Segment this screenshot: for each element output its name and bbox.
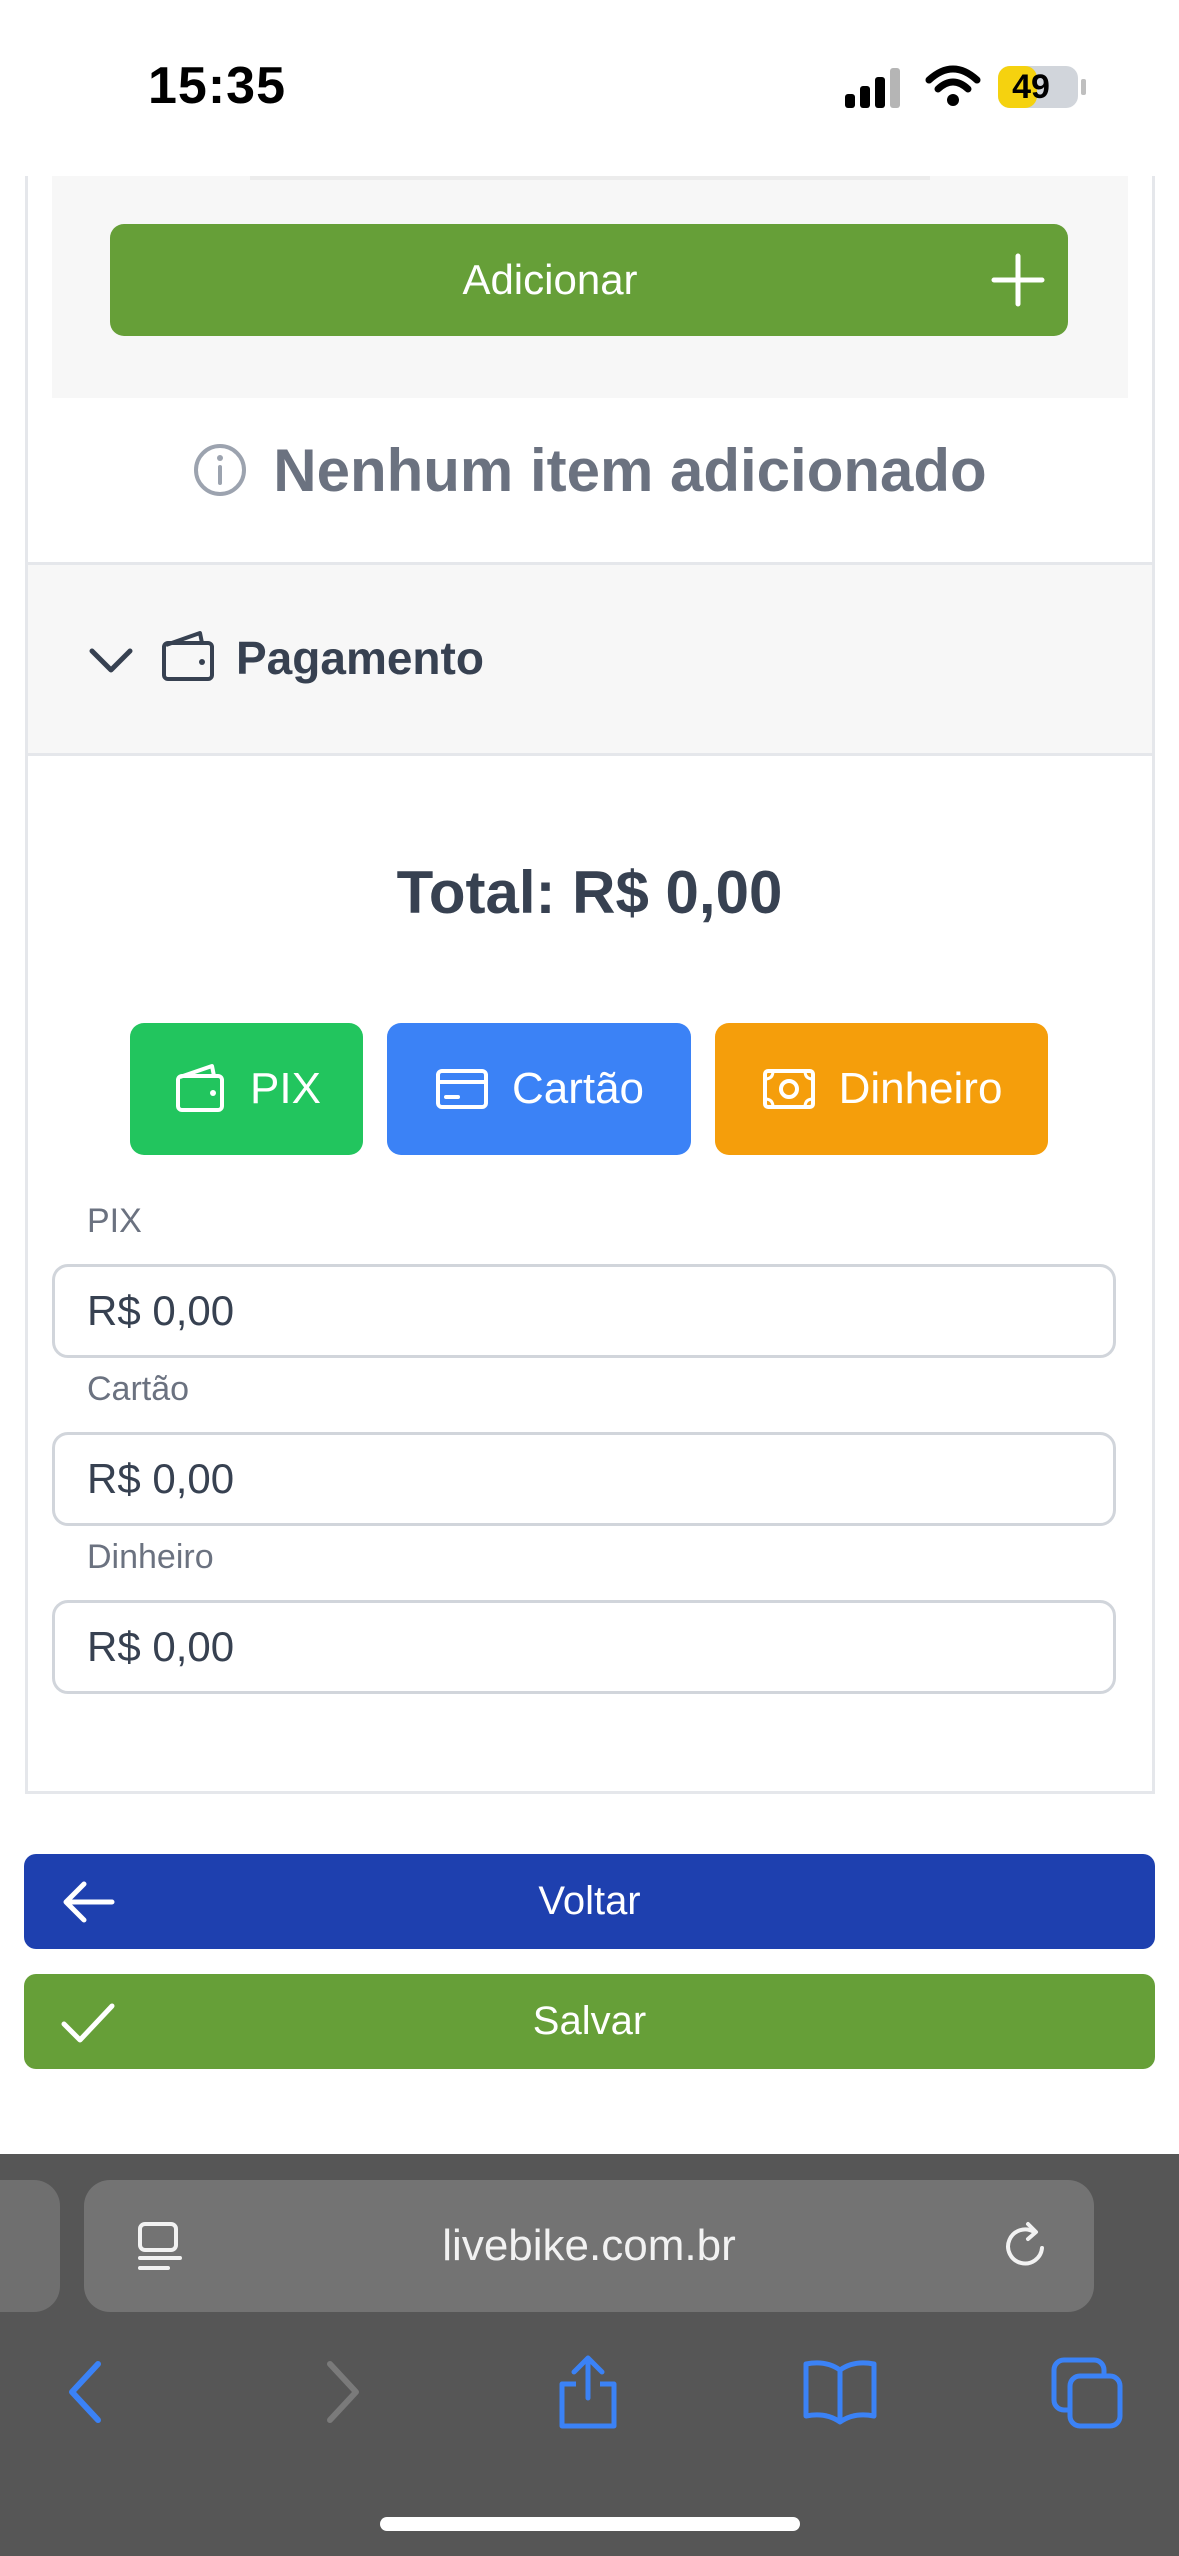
save-button[interactable]: Salvar [24, 1974, 1155, 2069]
share-icon[interactable] [548, 2352, 628, 2432]
chevron-down-icon [89, 648, 133, 673]
back-button-label: Voltar [538, 1879, 641, 1923]
cash-method-button[interactable]: Dinheiro [715, 1023, 1048, 1155]
credit-card-icon [435, 1069, 488, 1109]
cash-amount-input[interactable]: R$ 0,00 [52, 1600, 1116, 1694]
home-indicator [380, 2517, 800, 2531]
payment-section-title: Pagamento [236, 632, 484, 684]
pix-method-label: PIX [250, 1064, 321, 1113]
battery-level: 49 [1012, 68, 1050, 106]
card-method-label: Cartão [511, 1064, 645, 1113]
pix-method-button[interactable]: PIX [130, 1023, 363, 1155]
card-amount-input[interactable]: R$ 0,00 [52, 1432, 1116, 1526]
pix-field-label: PIX [87, 1202, 142, 1240]
url-text: livebike.com.br [442, 2221, 736, 2270]
save-button-label: Salvar [532, 1999, 647, 2043]
empty-items-text: Nenhum item adicionado [273, 436, 987, 504]
payment-section-header[interactable]: Pagamento [28, 562, 1152, 756]
status-time: 15:35 [148, 57, 286, 115]
tabs-icon[interactable] [1048, 2352, 1128, 2432]
wallet-icon [162, 631, 214, 681]
battery-indicator: 49 [998, 66, 1086, 108]
browser-back-icon[interactable] [48, 2352, 128, 2432]
add-button-label: Adicionar [462, 256, 638, 303]
payment-total: Total: R$ 0,00 [396, 859, 783, 926]
browser-forward-icon[interactable] [300, 2352, 380, 2432]
reload-icon[interactable] [998, 2218, 1054, 2274]
info-icon [194, 444, 247, 496]
pix-amount-input[interactable]: R$ 0,00 [52, 1264, 1116, 1358]
card-field-label: Cartão [87, 1370, 190, 1408]
add-item-button[interactable]: Adicionar [110, 224, 1068, 336]
cash-method-label: Dinheiro [838, 1064, 1003, 1113]
back-button[interactable]: Voltar [24, 1854, 1155, 1949]
previous-tab-preview[interactable] [0, 2180, 60, 2312]
address-bar[interactable]: livebike.com.br [84, 2180, 1094, 2312]
bookmarks-icon[interactable] [800, 2352, 880, 2432]
plus-icon [991, 253, 1045, 307]
cash-field-label: Dinheiro [87, 1538, 214, 1576]
cash-icon [762, 1069, 815, 1109]
card-method-button[interactable]: Cartão [387, 1023, 691, 1155]
wifi-icon [925, 65, 981, 106]
wallet-icon [176, 1064, 225, 1112]
cellular-signal-icon [845, 68, 900, 108]
battery-cap [1081, 79, 1086, 95]
empty-items-message: Nenhum item adicionado [28, 420, 1152, 520]
